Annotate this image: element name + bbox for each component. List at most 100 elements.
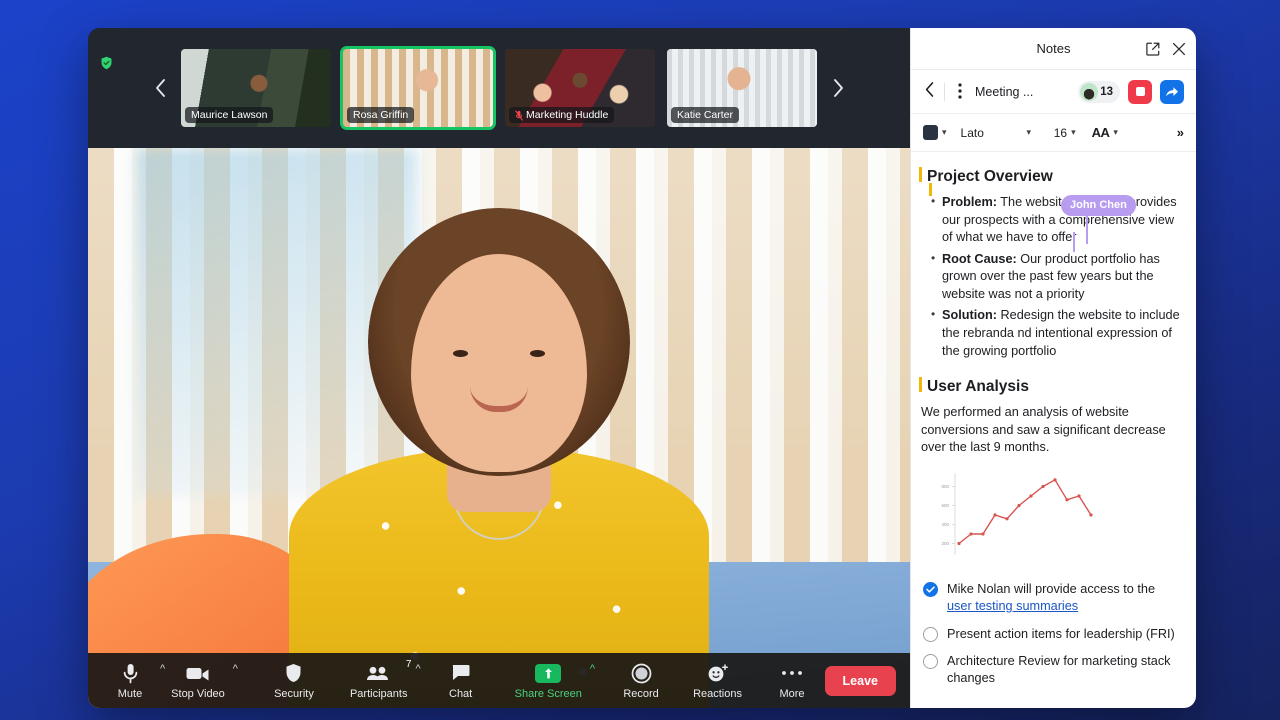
note-title[interactable]: Meeting ... [975,85,1033,99]
security-label: Security [274,688,314,700]
notes-panel-title: Notes [1036,41,1071,56]
checklist-item-3[interactable]: Architecture Review for marketing stack … [923,653,1182,687]
toolbar-overflow-button[interactable]: » [1177,125,1184,140]
chevron-down-icon: ▾ [1026,127,1032,137]
thumbnail-marketing-huddle[interactable]: Marketing Huddle [502,46,658,130]
participants-label: Participants [349,688,408,700]
svg-text:800: 800 [941,484,949,489]
list-item: Root Cause: Our product portfolio has gr… [929,250,1182,304]
people-icon [366,661,392,685]
participants-button[interactable]: 7 Participants [344,659,413,700]
note-menu-button[interactable] [953,83,967,101]
chevron-right-icon [833,79,843,97]
text-style-dropdown[interactable]: AA ▾ [1092,125,1118,140]
record-label: Record [623,688,659,700]
leave-button[interactable]: Leave [824,665,896,696]
thumbnail-name-badge: Marketing Huddle [509,107,615,123]
share-screen-options-caret[interactable]: ^ [590,663,595,675]
video-control-group: Stop Video ^ [165,661,238,700]
stop-record-icon [1135,87,1145,96]
collaborator-count: 13 [1100,85,1113,98]
checkbox-unchecked-icon[interactable] [923,626,938,642]
speaker-smile [470,386,528,412]
checklist-item-2[interactable]: Present action items for leadership (FRI… [923,626,1182,643]
collaborators-chip[interactable]: 13 [1078,80,1120,103]
font-family-dropdown[interactable]: Lato ▾ [961,126,1032,140]
bullet-label: Root Cause: [942,251,1017,266]
record-button[interactable]: Record [613,661,669,700]
chat-label: Chat [449,688,473,700]
filmstrip-next-button[interactable] [826,48,850,128]
microphone-icon [123,661,138,685]
thumbnail-rosa-griffin[interactable]: Rosa Griffin [340,46,496,130]
video-camera-icon [186,661,210,685]
thumbnail-maurice-lawson[interactable]: Maurice Lawson [178,46,334,130]
chevron-down-icon: ▾ [1071,127,1076,137]
thumbnail-name-badge: Rosa Griffin [347,107,415,123]
smiley-plus-icon [707,661,729,685]
thumbnail-name-badge: Katie Carter [671,107,740,123]
checklist-text-main: Mike Nolan will provide access to the [947,582,1156,597]
reactions-label: Reactions [693,688,742,700]
security-button[interactable]: Security [266,661,322,700]
speaker-eye-right [530,350,545,357]
chat-button[interactable]: Chat [433,661,489,700]
text-color-picker[interactable]: ▾ [923,125,947,140]
list-item: Problem: The website no longer provides … [929,193,1182,247]
notes-format-toolbar: ▾ Lato ▾ 16 ▾ AA ▾ » [911,114,1196,152]
text-style-icon: AA [1091,125,1110,140]
share-screen-button[interactable]: Share Screen [509,661,588,700]
share-screen-label: Share Screen [514,688,582,700]
checkbox-checked-icon[interactable] [923,582,938,598]
checkbox-unchecked-icon[interactable] [923,654,938,670]
more-label: More [779,688,805,700]
font-family-value: Lato [960,125,984,140]
ellipsis-icon [781,661,803,685]
zoom-meeting-window: Maurice Lawson Rosa Griffin Marketing Hu… [88,28,1196,708]
close-icon[interactable] [1172,42,1186,56]
svg-text:600: 600 [941,503,949,508]
section-heading-project-overview: Project Overview [919,166,1182,187]
meeting-control-bar: Mute ^ Stop Video ^ Security 7 Participa… [88,653,910,708]
encryption-shield-icon [101,56,112,70]
participants-count-badge: 7 [405,659,412,670]
checklist-text: Present action items for leadership (FRI… [947,626,1175,641]
thumbnail-katie-carter[interactable]: Katie Carter [664,46,820,130]
stop-video-button[interactable]: Stop Video [165,661,231,700]
video-options-caret[interactable]: ^ [233,663,238,675]
back-button[interactable] [923,81,936,102]
thumbnail-name-badge: Maurice Lawson [185,107,274,123]
font-size-value: 16 [1053,125,1068,140]
collaborator-caret-secondary [1073,232,1075,252]
speaker-eye-left [453,350,468,357]
chevron-down-icon: ▾ [1113,127,1118,137]
active-speaker-video[interactable] [88,148,910,708]
chat-bubble-icon [451,661,470,685]
more-button[interactable]: More [764,661,820,700]
notes-titlebar: Notes [911,28,1196,70]
font-size-dropdown[interactable]: 16 ▾ [1045,126,1076,140]
action-items-checklist: Mike Nolan will provide access to the us… [911,573,1196,708]
shield-icon [285,661,302,685]
bullet-label: Solution: [942,308,997,323]
thumbnail-name: Rosa Griffin [353,109,409,121]
checklist-item-1[interactable]: Mike Nolan will provide access to the us… [923,581,1182,615]
participants-options-caret[interactable]: ^ [415,663,420,675]
open-in-new-icon[interactable] [1146,42,1160,56]
reactions-button[interactable]: Reactions [687,661,748,700]
stop-video-label: Stop Video [171,688,225,700]
muted-microphone-icon [515,109,523,121]
filmstrip-prev-button[interactable] [148,48,172,128]
user-testing-summaries-link[interactable]: user testing summaries [947,599,1078,613]
thumbnail-name: Maurice Lawson [191,109,268,121]
mute-button[interactable]: Mute [102,661,158,700]
stop-record-button[interactable] [1128,79,1152,104]
chevron-left-icon [155,79,165,97]
chevron-down-icon: ▾ [942,127,947,137]
svg-text:400: 400 [941,522,949,527]
notes-document-body[interactable]: Project Overview Problem: The website no… [911,152,1196,573]
project-overview-list: Problem: The website no longer provides … [929,193,1182,360]
thumbnail-name: Katie Carter [677,109,734,121]
share-note-button[interactable] [1160,79,1184,104]
notes-panel: Notes Meeting ... 13 ▾ Lato ▾ 16 ▾ AA ▾ … [910,28,1196,708]
